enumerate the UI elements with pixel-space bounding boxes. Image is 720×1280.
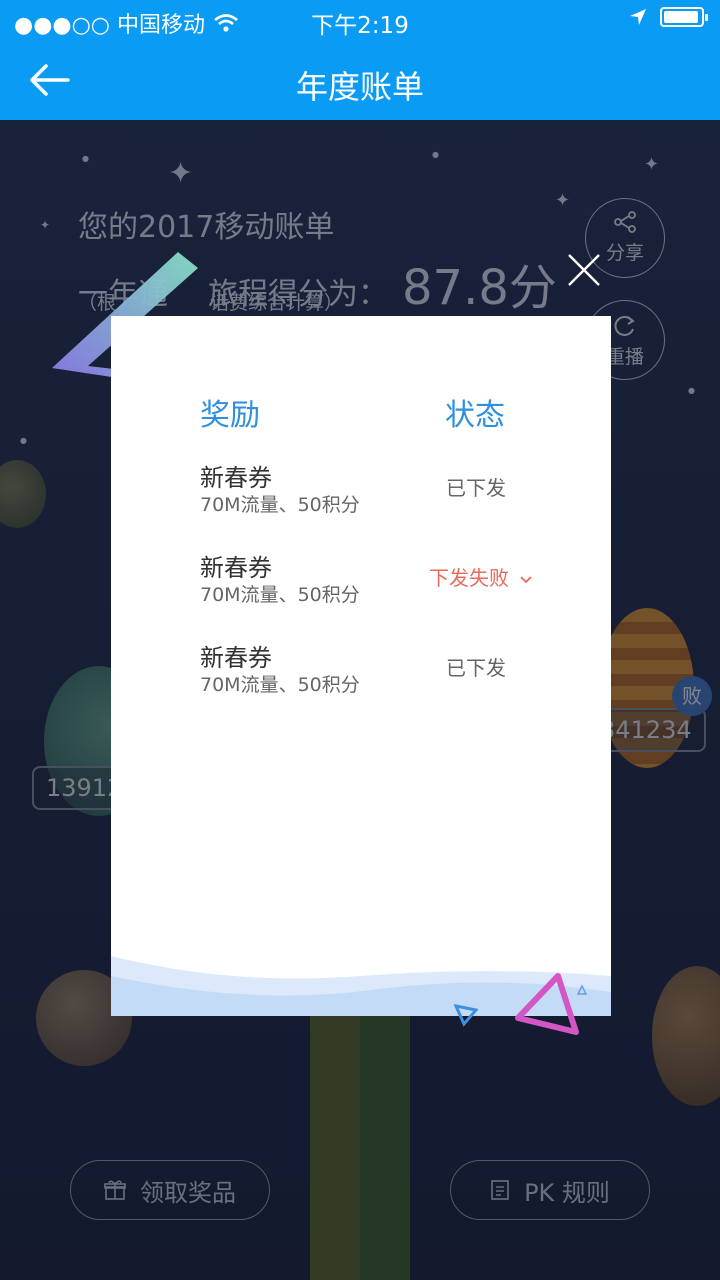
battery-icon xyxy=(660,7,708,27)
page-title: 年度账单 xyxy=(295,68,424,106)
header-status: 状态 xyxy=(445,398,505,433)
header-reward: 奖励 xyxy=(200,398,260,433)
location-arrow-icon xyxy=(630,9,646,25)
pink-triangle-decoration xyxy=(515,973,579,1035)
reward-status: 已下发 xyxy=(446,476,506,500)
reward-name: 新春券 xyxy=(200,554,272,582)
reward-row: 新春券 70M流量、50积分 已下发 xyxy=(111,458,611,528)
reward-name: 新春券 xyxy=(200,644,272,672)
reward-status-label: 下发失败 xyxy=(429,566,509,590)
nav-bar: 年度账单 xyxy=(0,40,720,120)
reward-status: 已下发 xyxy=(446,656,506,680)
status-bar: ●●●○○ 中国移动 下午2:19 xyxy=(0,0,720,40)
clock: 下午2:19 xyxy=(311,13,409,39)
reward-desc: 70M流量、50积分 xyxy=(200,494,360,516)
chevron-down-icon xyxy=(520,576,532,584)
tiny-triangle-decoration xyxy=(576,984,588,995)
reward-modal: 奖励 状态 新春券 70M流量、50积分 已下发 新春券 70M流量、50积分 … xyxy=(111,316,611,1016)
blue-triangle-decoration xyxy=(454,1004,478,1027)
reward-name: 新春券 xyxy=(200,464,272,492)
status-right xyxy=(628,7,708,27)
reward-desc: 70M流量、50积分 xyxy=(200,674,360,696)
close-icon[interactable] xyxy=(566,252,602,288)
reward-row: 新春券 70M流量、50积分 下发失败 xyxy=(111,548,611,618)
reward-desc: 70M流量、50积分 xyxy=(200,584,360,606)
reward-status-failed[interactable]: 下发失败 xyxy=(429,562,549,591)
reward-row: 新春券 70M流量、50积分 已下发 xyxy=(111,638,611,708)
